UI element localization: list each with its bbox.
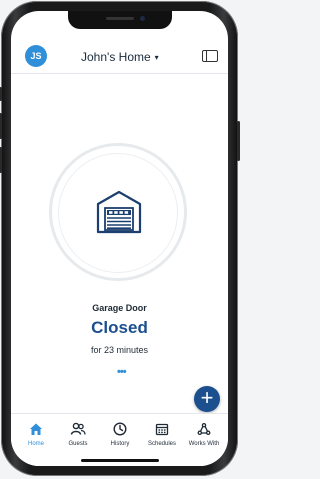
tab-label: History bbox=[110, 441, 130, 447]
device-status: Closed bbox=[91, 318, 148, 337]
tab-guests[interactable]: Guests bbox=[56, 421, 100, 447]
mute-switch bbox=[0, 87, 2, 101]
power-button bbox=[237, 121, 240, 161]
app-screen: JS John's Home ▾ Garage Door Closed for … bbox=[11, 11, 228, 466]
more-options-icon[interactable]: ••• bbox=[117, 366, 127, 378]
tab-home[interactable]: Home bbox=[14, 421, 58, 447]
guests-icon bbox=[70, 422, 86, 435]
chevron-down-icon: ▾ bbox=[154, 52, 159, 62]
tab-works-with[interactable]: Works With bbox=[182, 421, 226, 447]
tab-label: Works With bbox=[188, 441, 220, 447]
works-with-icon bbox=[197, 422, 211, 436]
notch bbox=[67, 11, 172, 29]
tab-history[interactable]: History bbox=[98, 421, 142, 447]
device-name: Garage Door bbox=[92, 303, 147, 313]
volume-up-button bbox=[0, 113, 2, 139]
schedules-icon bbox=[155, 423, 169, 436]
app-header: JS John's Home ▾ bbox=[11, 37, 228, 74]
garage-door-icon bbox=[96, 190, 142, 234]
status-duration: for 23 minutes bbox=[90, 345, 149, 355]
history-icon bbox=[113, 422, 127, 436]
home-name: John's Home bbox=[81, 50, 151, 64]
phone-frame: JS John's Home ▾ Garage Door Closed for … bbox=[0, 1, 240, 476]
tab-label: Guests bbox=[68, 441, 88, 447]
camera bbox=[139, 16, 145, 21]
home-selector[interactable]: John's Home ▾ bbox=[81, 50, 159, 64]
speaker bbox=[105, 17, 134, 20]
add-button[interactable]: + bbox=[194, 386, 220, 412]
tab-label: Schedules bbox=[147, 441, 177, 447]
tab-label: Home bbox=[27, 441, 44, 447]
home-icon bbox=[30, 423, 42, 435]
home-indicator bbox=[81, 459, 159, 462]
tab-schedules[interactable]: Schedules bbox=[140, 421, 184, 447]
avatar[interactable]: JS bbox=[25, 45, 47, 67]
volume-down-button bbox=[0, 147, 2, 173]
devices-view-icon[interactable] bbox=[202, 50, 218, 62]
